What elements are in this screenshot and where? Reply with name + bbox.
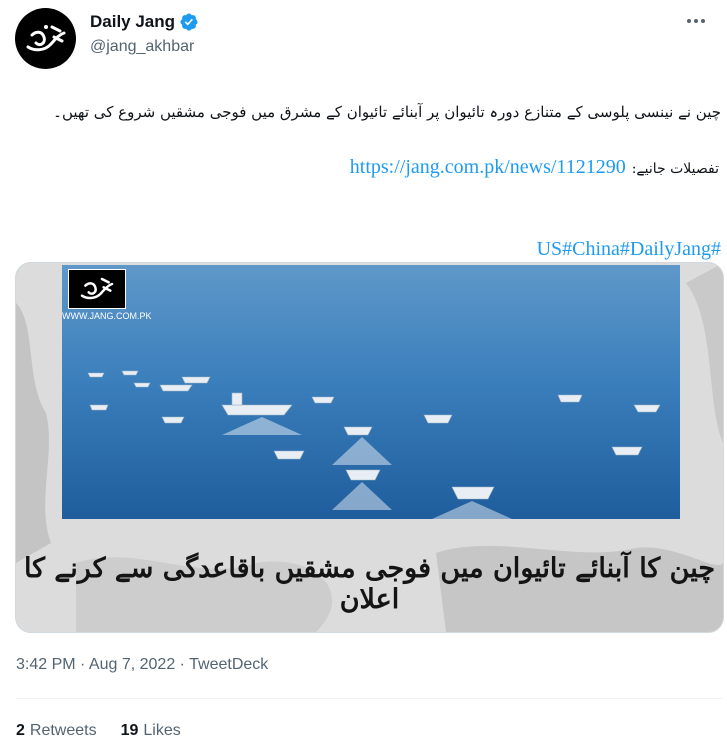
more-dots-icon bbox=[687, 19, 705, 23]
jang-logo-icon bbox=[26, 24, 65, 51]
tweet-timestamp[interactable]: 3:42 PM · Aug 7, 2022 · TweetDeck bbox=[16, 656, 268, 674]
author-handle[interactable]: @jang_akhbar bbox=[90, 38, 194, 56]
tweet-media-image[interactable]: WWW.JANG.COM.PK چین کا آبنائے تائیوان می… bbox=[15, 262, 724, 633]
jang-photo-logo bbox=[68, 269, 126, 309]
jang-logo-icon bbox=[80, 277, 114, 300]
details-label: تفصیلات جانیے: bbox=[631, 161, 719, 177]
author-name-row[interactable]: Daily Jang bbox=[90, 12, 199, 32]
news-link[interactable]: https://jang.com.pk/news/1121290 bbox=[350, 156, 626, 179]
more-options-button[interactable] bbox=[681, 6, 711, 36]
retweets-count: 2 bbox=[16, 722, 25, 739]
likes-stat[interactable]: 19 Likes bbox=[121, 722, 181, 740]
media-headline: چین کا آبنائے تائیوان میں فوجی مشقیں باق… bbox=[23, 553, 716, 615]
retweets-label: Retweets bbox=[29, 722, 97, 739]
tweet-text-line: چین نے نینسی پلوسی کے متنازع دورہ تائیوا… bbox=[53, 103, 721, 121]
avatar[interactable] bbox=[15, 8, 76, 69]
hashtags[interactable]: US#China#DailyJang# bbox=[537, 238, 721, 261]
naval-fleet-photo bbox=[62, 265, 680, 519]
likes-label: Likes bbox=[143, 722, 181, 739]
tweet-stats: 2 Retweets 19 Likes bbox=[16, 722, 181, 740]
verified-badge-icon bbox=[180, 13, 198, 31]
divider bbox=[16, 698, 722, 699]
author-display-name[interactable]: Daily Jang bbox=[90, 12, 175, 32]
photo-watermark: WWW.JANG.COM.PK bbox=[62, 311, 152, 321]
tweet-details-line: تفصیلات جانیے: https://jang.com.pk/news/… bbox=[350, 156, 719, 179]
likes-count: 19 bbox=[120, 722, 139, 739]
retweets-stat[interactable]: 2 Retweets bbox=[16, 722, 97, 740]
